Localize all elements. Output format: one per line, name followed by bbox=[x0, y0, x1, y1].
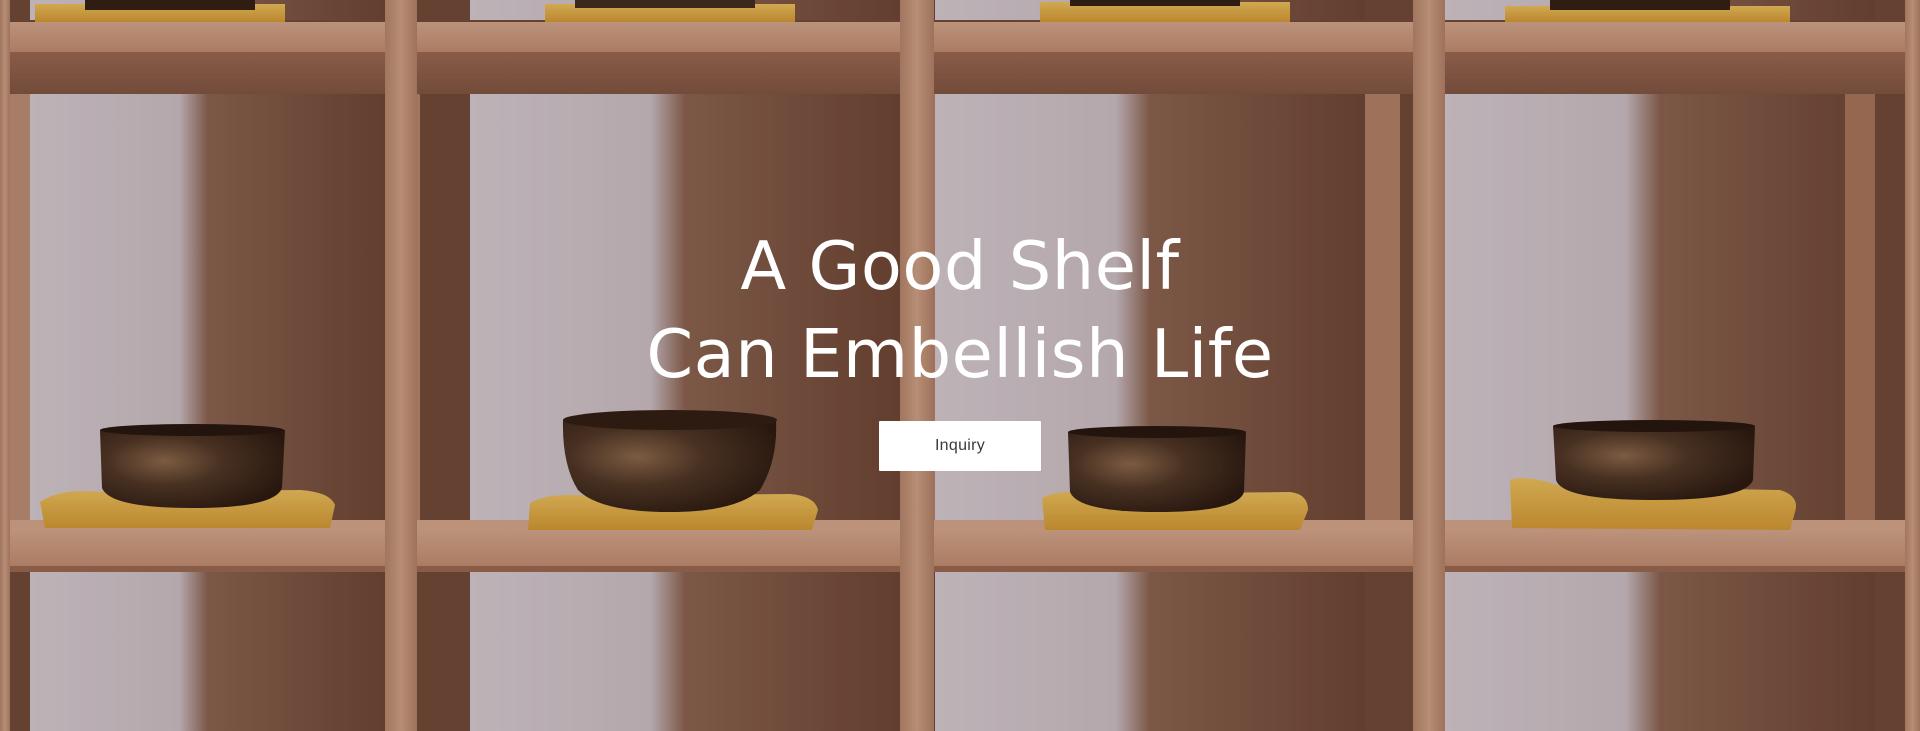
hero-section: A Good Shelf Can Embellish Life Inquiry bbox=[0, 0, 1920, 731]
hero-headline-line-2: Can Embellish Life bbox=[646, 315, 1274, 393]
hero-headline-line-1: A Good Shelf bbox=[740, 227, 1180, 305]
inquiry-button[interactable]: Inquiry bbox=[879, 421, 1041, 471]
hero-content: A Good Shelf Can Embellish Life Inquiry bbox=[0, 0, 1920, 731]
hero-headline: A Good Shelf Can Embellish Life bbox=[460, 222, 1460, 398]
